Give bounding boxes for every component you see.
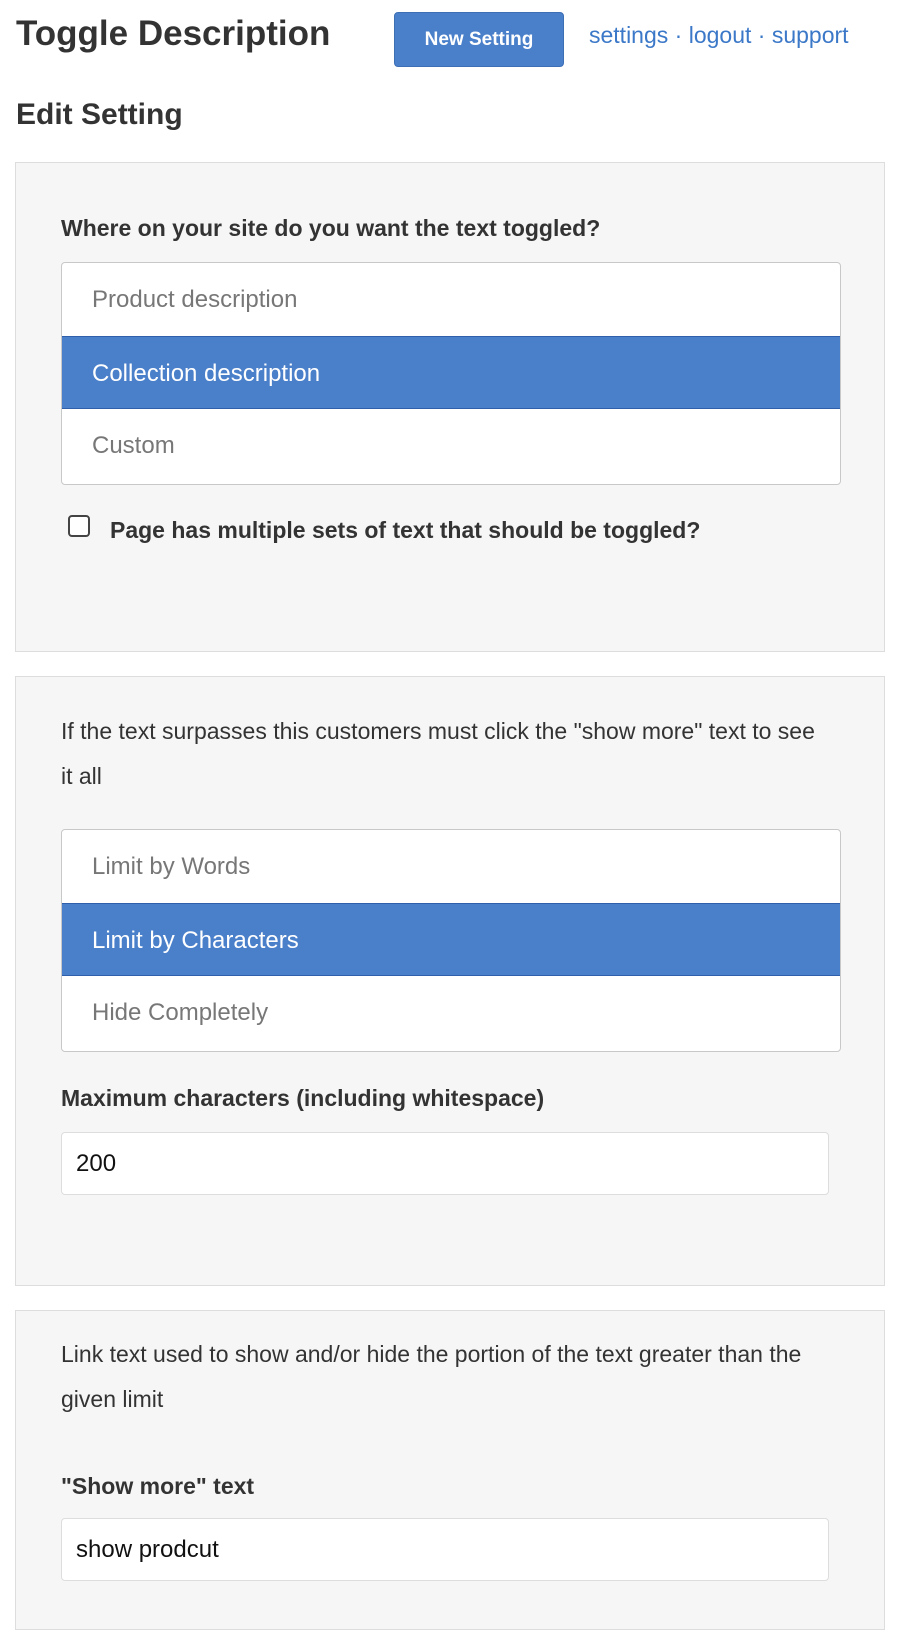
location-label: Where on your site do you want the text …: [61, 215, 601, 241]
page-title: Edit Setting: [16, 98, 183, 131]
option-custom[interactable]: Custom: [62, 409, 840, 482]
option-limit-words[interactable]: Limit by Words: [62, 830, 840, 903]
max-characters-label: Maximum characters (including whitespace…: [61, 1085, 545, 1111]
app-title: Toggle Description: [16, 14, 331, 53]
location-listbox[interactable]: Product description Collection descripti…: [61, 262, 841, 485]
limit-panel: If the text surpasses this customers mus…: [15, 676, 885, 1286]
show-more-label: "Show more" text: [61, 1473, 255, 1499]
limit-description: If the text surpasses this customers mus…: [61, 718, 815, 789]
separator: ·: [674, 22, 683, 48]
multiple-sets-label[interactable]: Page has multiple sets of text that shou…: [61, 508, 821, 553]
link-text-description: Link text used to show and/or hide the p…: [61, 1341, 802, 1412]
option-collection-description[interactable]: Collection description: [62, 336, 840, 409]
header-links: settings · logout · support: [589, 22, 849, 49]
settings-link[interactable]: settings: [589, 22, 668, 48]
link-text-panel: Link text used to show and/or hide the p…: [15, 1310, 885, 1630]
logout-link[interactable]: logout: [689, 22, 752, 48]
max-characters-input[interactable]: 200: [61, 1132, 829, 1195]
option-hide-completely[interactable]: Hide Completely: [62, 976, 840, 1049]
separator: ·: [757, 22, 766, 48]
limit-listbox[interactable]: Limit by Words Limit by Characters Hide …: [61, 829, 841, 1052]
new-setting-button[interactable]: New Setting: [394, 12, 564, 67]
location-panel: Where on your site do you want the text …: [15, 162, 885, 652]
option-limit-characters[interactable]: Limit by Characters: [62, 903, 840, 976]
show-more-input[interactable]: show prodcut: [61, 1518, 829, 1581]
option-product-description[interactable]: Product description: [62, 263, 840, 336]
support-link[interactable]: support: [772, 22, 849, 48]
